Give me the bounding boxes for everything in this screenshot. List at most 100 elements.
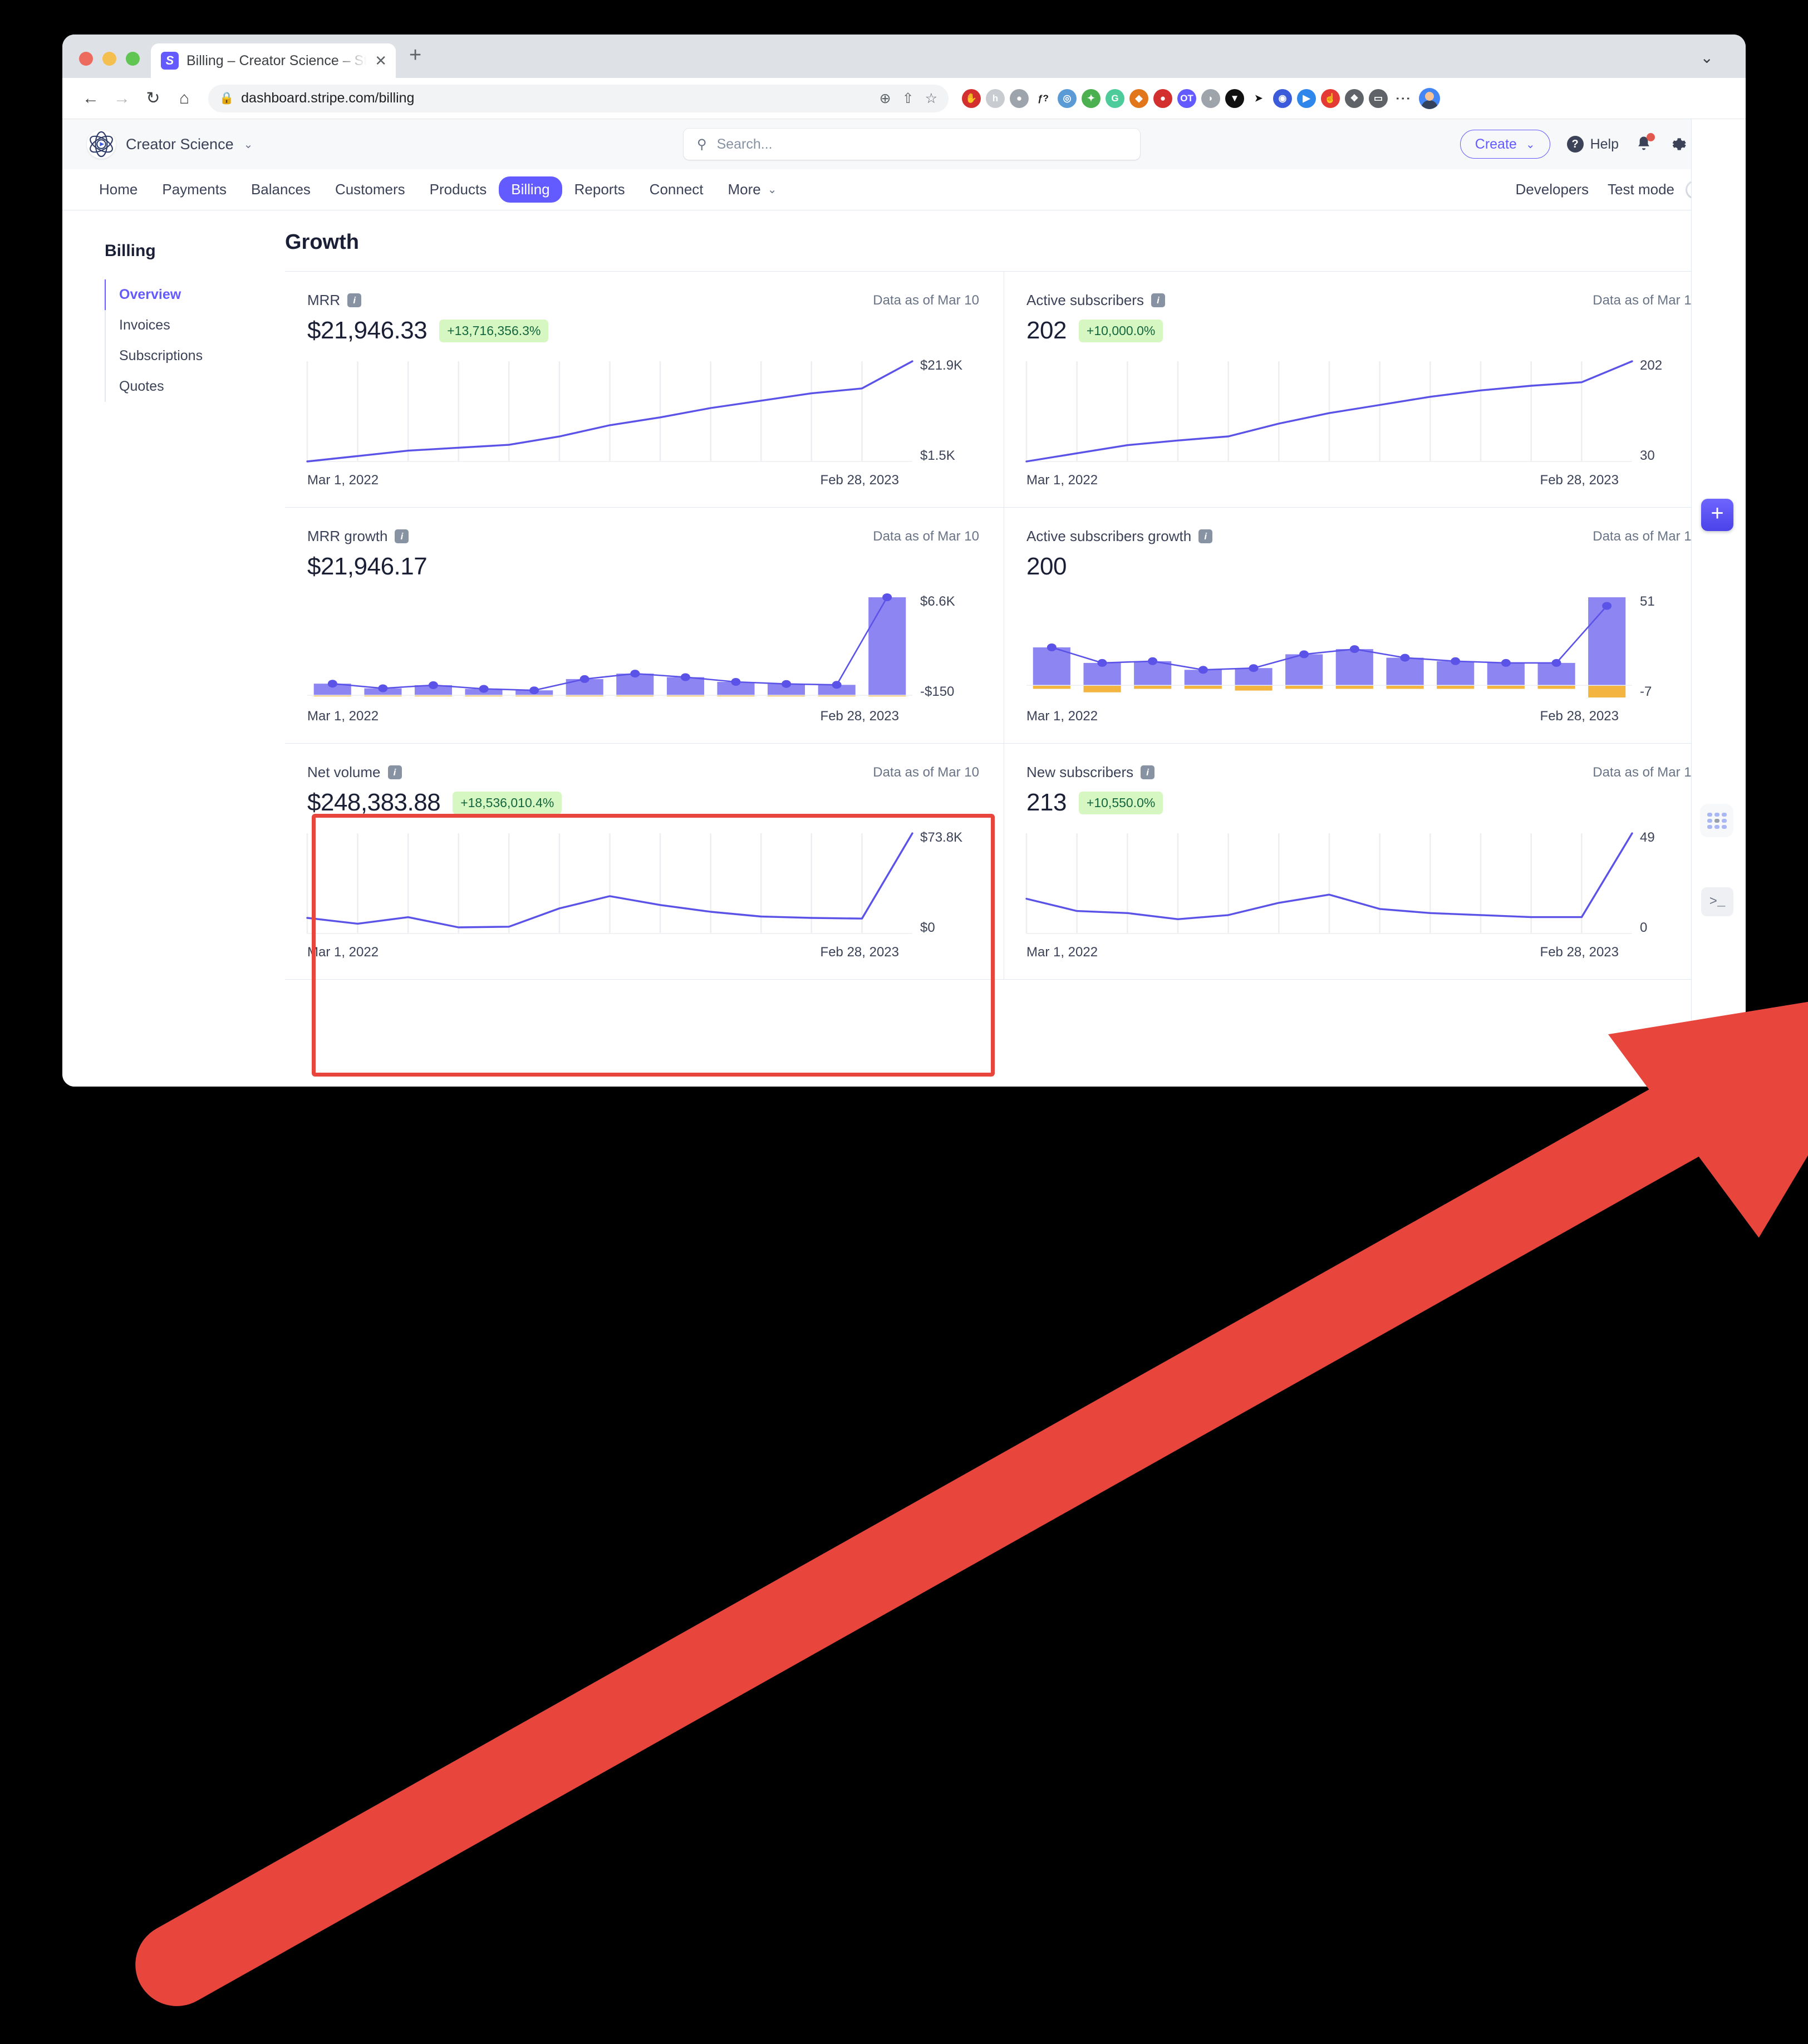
dark-circle-extension[interactable]: ▼ [1225, 89, 1244, 108]
chevron-down-icon: ⌄ [244, 137, 253, 151]
honey-extension[interactable]: h [986, 89, 1005, 108]
y-axis-labels: 20230 [1632, 361, 1699, 461]
info-icon[interactable]: i [1151, 293, 1165, 307]
new-tab-button[interactable]: + [396, 45, 434, 78]
page-title: Growth [285, 210, 1723, 271]
grid-icon[interactable] [1700, 804, 1733, 837]
metric-card-mrr-growth[interactable]: MRR growthiData as of Mar 10$21,946.17$6… [285, 508, 1004, 744]
search-input[interactable]: ⚲ Search... [684, 129, 1140, 160]
nav-item-products[interactable]: Products [417, 176, 499, 203]
info-icon[interactable]: i [347, 293, 361, 307]
settings-button[interactable] [1669, 135, 1687, 153]
chart-area: 20230 [1026, 361, 1699, 461]
metric-card-active-subscribers-growth[interactable]: Active subscribers growthiData as of Mar… [1004, 508, 1723, 744]
x-axis-end-label: Feb 28, 2023 [1540, 709, 1619, 724]
metric-card-active-subscribers[interactable]: Active subscribersiData as of Mar 10202+… [1004, 272, 1723, 508]
nav-item-reports[interactable]: Reports [562, 176, 637, 203]
terminal-icon[interactable]: >_ [1701, 887, 1733, 916]
send-extension[interactable]: ➤ [1249, 89, 1268, 108]
card-header: MRR growthiData as of Mar 10 [307, 528, 979, 545]
y-axis-min-label: 30 [1640, 448, 1655, 464]
account-switcher[interactable]: Creator Science ⌄ [87, 130, 253, 159]
close-window-button[interactable] [79, 52, 93, 66]
x-axis-labels: Mar 1, 2022Feb 28, 2023 [307, 709, 979, 724]
grammarly-extension[interactable]: G [1106, 89, 1124, 108]
function-extension[interactable]: ƒ? [1034, 89, 1053, 108]
x-axis-start-label: Mar 1, 2022 [307, 709, 379, 724]
blue-target-extension[interactable]: ◉ [1273, 89, 1292, 108]
y-axis-labels: $73.8K$0 [912, 833, 979, 933]
info-icon[interactable]: i [1141, 765, 1154, 779]
bookmark-star-icon[interactable]: ☆ [925, 90, 937, 107]
bird-extension[interactable]: ◗ [1201, 89, 1220, 108]
metric-card-net-volume[interactable]: Net volumeiData as of Mar 10$248,383.88+… [285, 744, 1004, 980]
y-axis-max-label: 49 [1640, 830, 1655, 846]
zoom-icon[interactable]: ⊕ [880, 90, 891, 107]
metamask-extension[interactable]: ◆ [1129, 89, 1148, 108]
browser-tab[interactable]: S Billing – Creator Science – Stripe ✕ [151, 43, 396, 78]
maximize-window-button[interactable] [126, 52, 140, 66]
sidebar-extension[interactable]: ▭ [1369, 89, 1388, 108]
reload-button[interactable]: ↻ [139, 85, 167, 112]
metric-value: 202 [1026, 317, 1067, 345]
minimize-window-button[interactable] [102, 52, 116, 66]
browser-menu-icon[interactable]: ⋮ [1398, 91, 1409, 106]
info-icon[interactable]: i [1198, 529, 1212, 543]
nav-item-label: Billing [511, 181, 549, 198]
nav-item-customers[interactable]: Customers [323, 176, 417, 203]
metric-card-mrr[interactable]: MRRiData as of Mar 10$21,946.33+13,716,3… [285, 272, 1004, 508]
cursor-extension[interactable]: ☝ [1321, 89, 1340, 108]
lock-icon: 🔒 [219, 92, 234, 105]
color-wheel-extension[interactable]: ✦ [1082, 89, 1100, 108]
create-button-label: Create [1475, 136, 1517, 153]
metric-card-new-subscribers[interactable]: New subscribersiData as of Mar 10213+10,… [1004, 744, 1723, 980]
chart-area: $6.6K-$150 [307, 597, 979, 697]
y-axis-max-label: 51 [1640, 594, 1655, 610]
help-button[interactable]: ? Help [1567, 136, 1619, 153]
back-button[interactable]: ← [77, 85, 105, 112]
info-icon[interactable]: i [395, 529, 409, 543]
camera-extension[interactable]: ● [1010, 89, 1029, 108]
sidebar-item-invoices[interactable]: Invoices [105, 310, 285, 341]
address-bar[interactable]: 🔒 dashboard.stripe.com/billing ⊕ ⇧ ☆ [208, 85, 949, 112]
nav-item-balances[interactable]: Balances [239, 176, 323, 203]
data-as-of-label: Data as of Mar 10 [1593, 529, 1699, 544]
record-extension[interactable]: ● [1153, 89, 1172, 108]
x-axis-start-label: Mar 1, 2022 [1026, 709, 1098, 724]
nav-item-payments[interactable]: Payments [150, 176, 239, 203]
sidebar-item-subscriptions[interactable]: Subscriptions [105, 341, 285, 371]
delta-badge: +13,716,356.3% [439, 320, 548, 342]
developers-link[interactable]: Developers [1516, 181, 1589, 198]
chart-plot-mrr [307, 361, 912, 461]
nav-item-home[interactable]: Home [87, 176, 150, 203]
nav-item-billing[interactable]: Billing [499, 176, 562, 203]
delta-badge: +10,550.0% [1079, 792, 1163, 814]
add-widget-button[interactable]: + [1701, 499, 1733, 531]
chevron-down-icon[interactable]: ⌄ [1701, 48, 1713, 67]
close-tab-icon[interactable]: ✕ [375, 52, 387, 70]
forward-button[interactable]: → [108, 85, 136, 112]
create-button[interactable]: Create ⌄ [1460, 130, 1550, 159]
stop-hand-extension[interactable]: ✋ [962, 89, 981, 108]
card-header: MRRiData as of Mar 10 [307, 292, 979, 309]
chevron-down-icon: ⌄ [1526, 137, 1535, 151]
extensions-tray: ✋ h ● ƒ? ◎ ✦ G ◆ ● OT ◗ ▼ ➤ ◉ ▶ ☝ ❖ ▭ [962, 89, 1388, 108]
sidebar-item-overview[interactable]: Overview [105, 279, 285, 310]
y-axis-min-label: $0 [920, 920, 935, 936]
chart-plot-active-subscribers [1026, 361, 1632, 461]
lock-extension[interactable]: ◎ [1058, 89, 1077, 108]
puzzle-extension[interactable]: ❖ [1345, 89, 1364, 108]
sidebar-item-quotes[interactable]: Quotes [105, 371, 285, 402]
notifications-button[interactable] [1635, 135, 1652, 153]
nav-item-more[interactable]: More⌄ [716, 176, 789, 203]
info-icon[interactable]: i [388, 765, 402, 779]
nav-item-connect[interactable]: Connect [637, 176, 716, 203]
chrome-profile-avatar[interactable] [1419, 88, 1440, 109]
test-mode-label: Test mode [1608, 181, 1674, 198]
play-extension[interactable]: ▶ [1297, 89, 1316, 108]
home-button[interactable]: ⌂ [170, 85, 198, 112]
share-icon[interactable]: ⇧ [902, 90, 914, 107]
otter-extension[interactable]: OT [1177, 89, 1196, 108]
x-axis-start-label: Mar 1, 2022 [307, 945, 379, 960]
y-axis-max-label: $6.6K [920, 594, 955, 610]
